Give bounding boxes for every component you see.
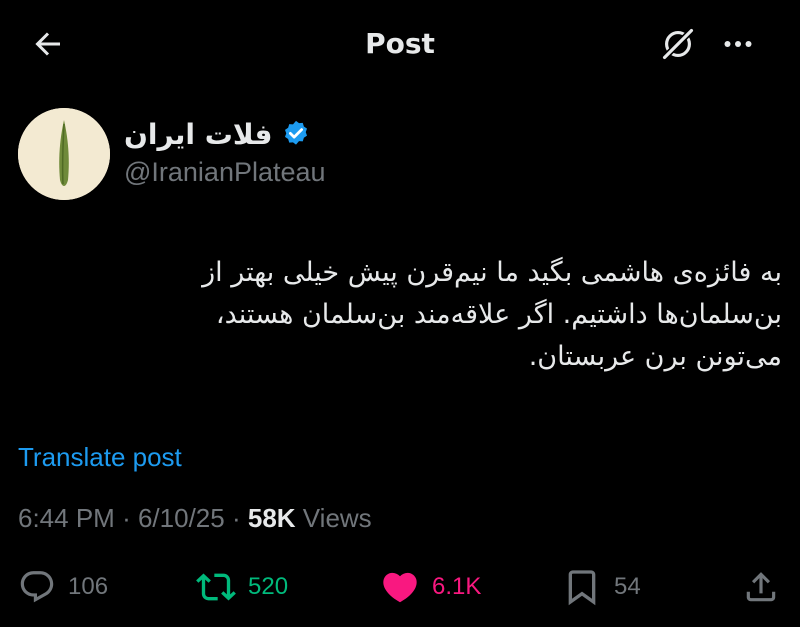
avatar[interactable] (18, 108, 110, 200)
like-button[interactable]: 6.1K (380, 560, 481, 614)
grok-icon (661, 27, 695, 61)
reply-icon (20, 571, 54, 603)
author-name-row[interactable]: فلات ایران (124, 114, 311, 154)
author-handle[interactable]: @IranianPlateau (124, 157, 326, 188)
tweet-line: به فائزه‌ی هاشمی بگید ما نیم‌قرن پیش خیل… (202, 257, 782, 288)
repost-button[interactable]: 520 (196, 560, 288, 614)
reply-button[interactable]: 106 (18, 560, 108, 614)
repost-count: 520 (248, 573, 289, 600)
tweet-line: می‌تونن برن عربستان. (528, 341, 782, 372)
bookmark-button[interactable]: 54 (562, 560, 641, 614)
like-count: 6.1K (432, 573, 482, 600)
views-count: 58K (247, 503, 296, 533)
heart-filled-icon (383, 572, 417, 603)
share-button[interactable] (742, 560, 780, 614)
cypress-tree-icon (18, 108, 110, 200)
top-bar: Post (0, 0, 800, 86)
action-bar: 106 520 6.1K 54 (0, 560, 800, 614)
tweet-time[interactable]: 6:44 PM (18, 503, 115, 533)
meta-separator: · (231, 503, 241, 533)
bookmark-icon (568, 570, 596, 606)
meta-separator: · (122, 503, 131, 533)
tweet-date[interactable]: 6/10/25 (138, 503, 225, 533)
more-options-button[interactable] (716, 22, 760, 66)
share-icon (746, 572, 776, 602)
bookmark-count: 54 (614, 573, 641, 600)
arrow-left-icon (35, 32, 60, 56)
author-display-name: فلات ایران (124, 117, 273, 151)
repost-icon (196, 573, 236, 601)
back-button[interactable] (26, 24, 70, 64)
tweet-line: بن‌سلمان‌ها داشتیم. اگر علاقه‌مند بن‌سلم… (215, 299, 782, 330)
grok-button[interactable] (656, 22, 700, 66)
views-label: Views (302, 503, 372, 533)
verified-badge-icon (284, 120, 307, 145)
more-horizontal-icon (724, 41, 752, 47)
translate-post-link[interactable]: Translate post (18, 442, 182, 473)
reply-count: 106 (68, 573, 109, 600)
tweet-text: به فائزه‌ی هاشمی بگید ما نیم‌قرن پیش خیل… (100, 252, 782, 378)
tweet-meta: 6:44 PM · 6/10/25 · 58K Views (18, 503, 372, 534)
